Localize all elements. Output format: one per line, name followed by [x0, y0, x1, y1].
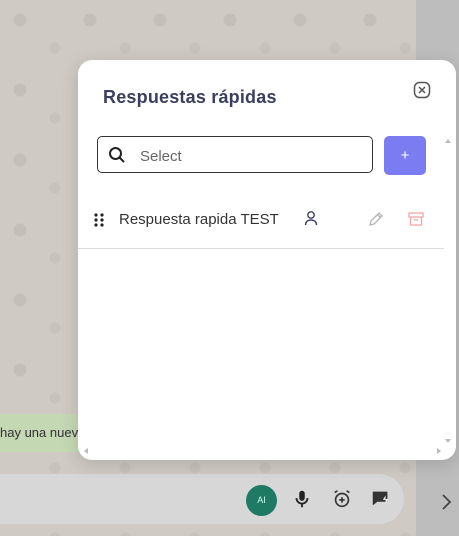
search-icon: [109, 147, 125, 163]
edit-icon[interactable]: [367, 210, 385, 228]
user-icon: [304, 211, 318, 226]
mic-icon[interactable]: [291, 488, 313, 510]
search-input[interactable]: [138, 143, 367, 169]
modal-title: Respuestas rápidas: [103, 87, 277, 107]
alarm-add-icon[interactable]: [331, 488, 353, 510]
scroll-up-icon[interactable]: [444, 137, 452, 145]
scroll-left-icon[interactable]: [82, 447, 90, 455]
scroll-right-icon[interactable]: [435, 447, 443, 455]
chat-message-text: hay una nueva: [0, 425, 84, 440]
search-box[interactable]: [97, 136, 373, 173]
list-item[interactable]: Respuesta rapida TEST: [78, 199, 444, 249]
list-item-label: Respuesta rapida TEST: [119, 211, 279, 228]
archive-icon[interactable]: [407, 210, 425, 228]
ai-assistant-button[interactable]: AI: [246, 485, 277, 516]
chat-message-bubble: hay una nueva: [0, 414, 84, 452]
quick-reply-icon[interactable]: [370, 488, 392, 510]
close-icon[interactable]: [413, 81, 431, 99]
quick-replies-modal: Respuestas rápidas + Respuesta rapida TE…: [78, 60, 456, 460]
drag-handle-icon[interactable]: [93, 213, 105, 227]
add-quick-reply-button[interactable]: +: [384, 136, 426, 175]
chevron-right-icon[interactable]: [440, 492, 454, 512]
ai-label: AI: [257, 495, 266, 505]
scroll-down-icon[interactable]: [444, 437, 452, 445]
